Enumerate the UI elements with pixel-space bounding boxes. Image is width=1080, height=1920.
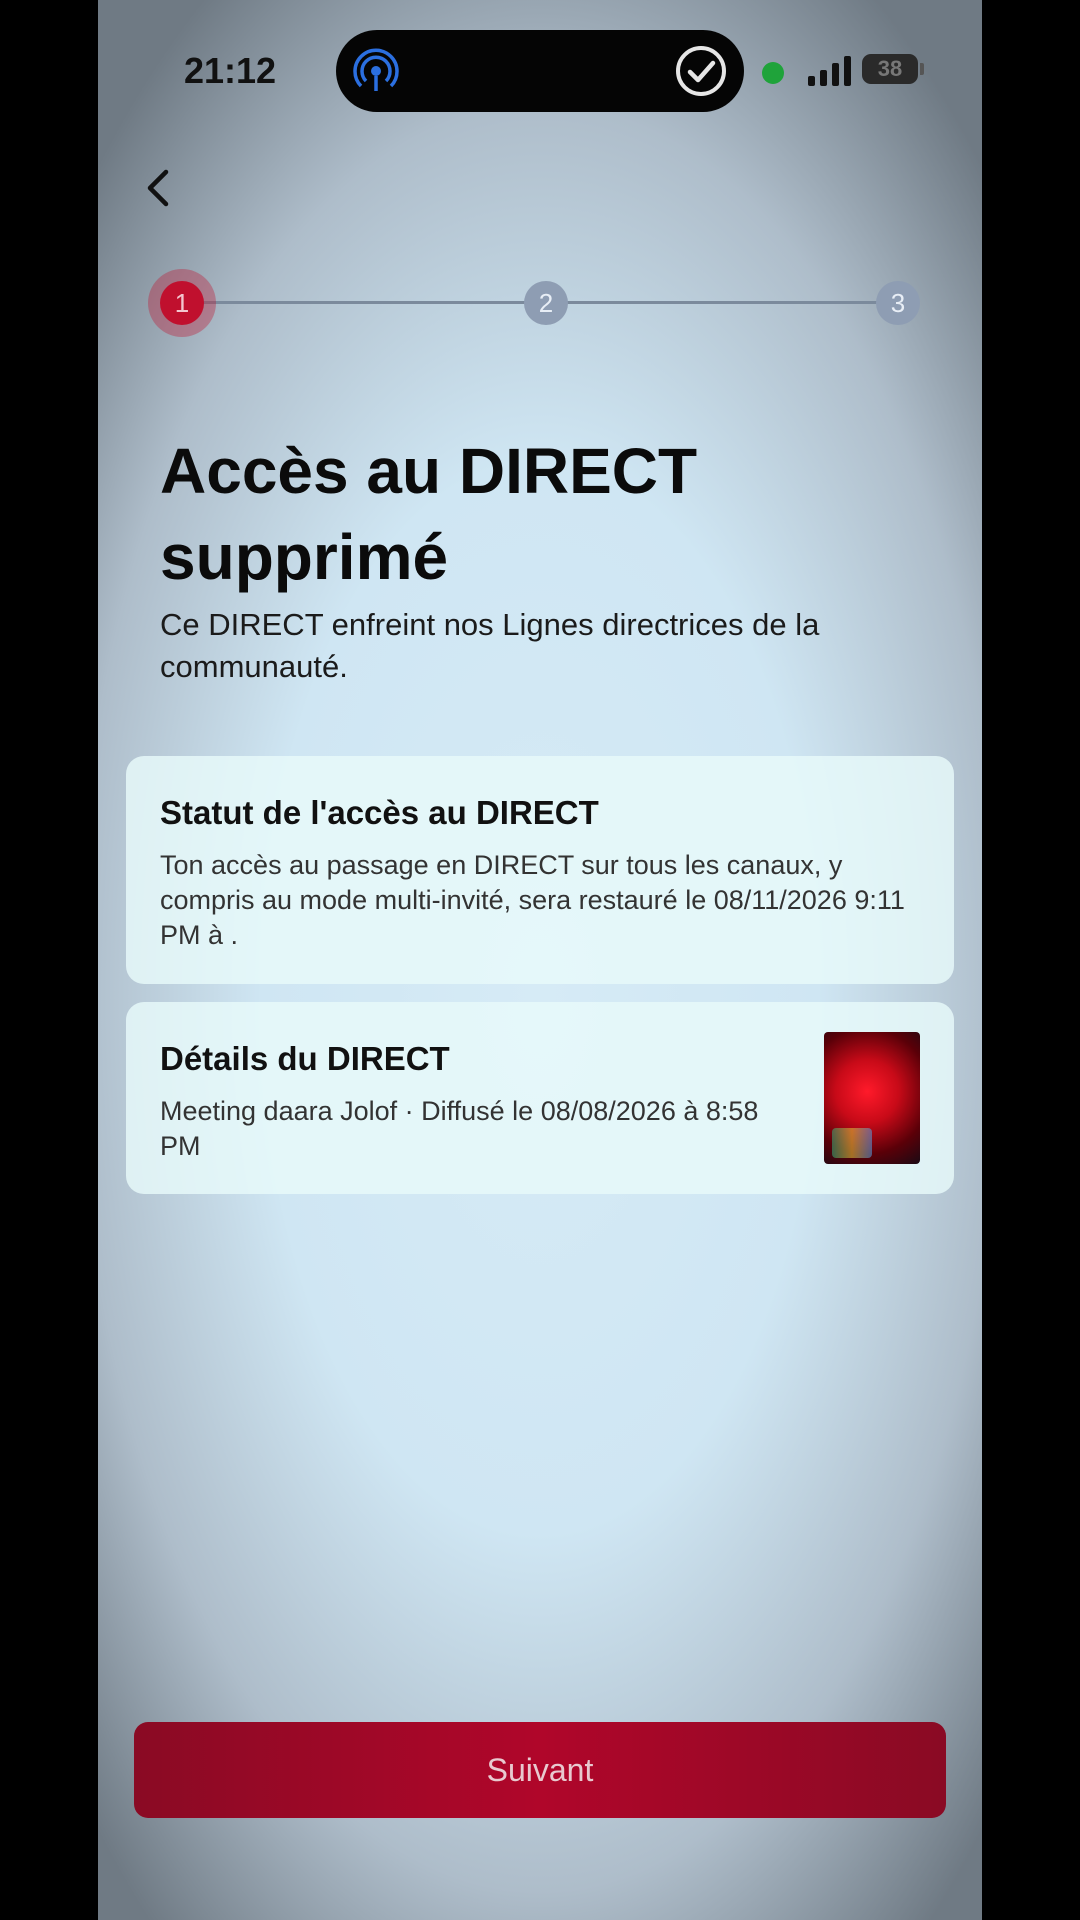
live-thumbnail <box>824 1032 920 1164</box>
details-card-title: Détails du DIRECT <box>160 1040 450 1077</box>
details-card: Détails du DIRECT Meeting daara Jolof · … <box>126 1002 954 1194</box>
progress-stepper: 1 2 3 <box>98 0 982 340</box>
stepper-connector <box>182 301 538 304</box>
status-card-title: Statut de l'accès au DIRECT <box>160 794 599 831</box>
step-2: 2 <box>524 281 568 325</box>
stepper-connector <box>546 301 902 304</box>
app-screen: 21:12 38 1 2 3 Accès au DIRECT supprimé … <box>98 0 982 1920</box>
page-subtitle: Ce DIRECT enfreint nos Lignes directrice… <box>160 607 820 684</box>
next-button[interactable]: Suivant <box>134 1722 946 1818</box>
status-card-text: Ton accès au passage en DIRECT sur tous … <box>160 850 905 950</box>
status-card: Statut de l'accès au DIRECT Ton accès au… <box>126 756 954 984</box>
step-3: 3 <box>876 281 920 325</box>
details-card-text: Meeting daara Jolof · Diffusé le 08/08/2… <box>160 1096 759 1161</box>
step-1: 1 <box>160 281 204 325</box>
page-title: Accès au DIRECT supprimé <box>160 435 698 593</box>
